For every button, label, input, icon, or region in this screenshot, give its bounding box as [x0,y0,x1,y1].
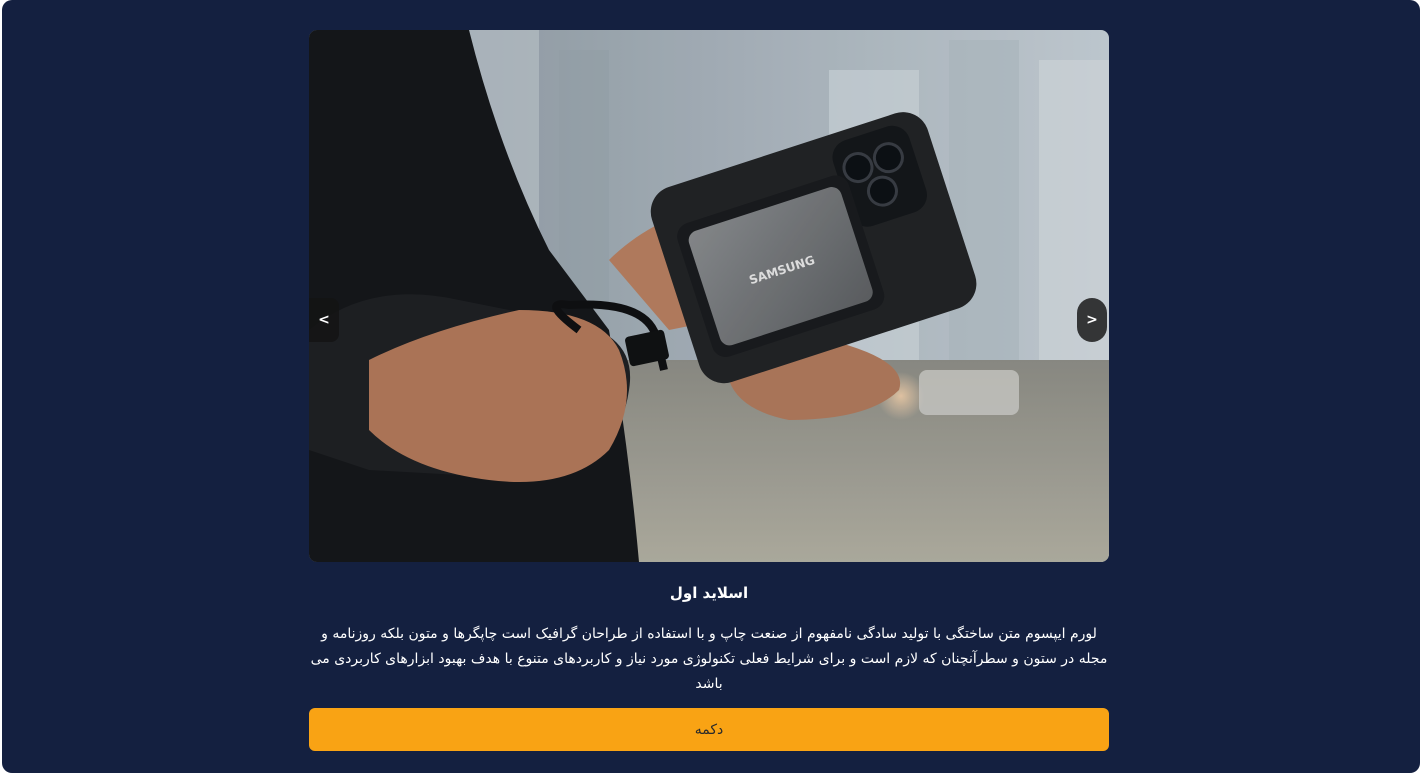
chevron-right-icon: > [1086,312,1098,328]
slide-description: لورم ایپسوم متن ساختگی با تولید سادگی نا… [310,626,1108,692]
image-carousel[interactable]: SAMSUNG < > [309,30,1109,562]
slide-action-button[interactable]: دکمه [309,708,1109,751]
carousel-prev-button[interactable]: < [309,298,339,342]
slide-image: SAMSUNG [309,30,1109,562]
chevron-left-icon: < [318,312,330,328]
slide-action-button-label: دکمه [694,721,724,738]
carousel-next-button[interactable]: > [1077,298,1107,342]
slide-title: اسلاید اول [669,584,749,602]
